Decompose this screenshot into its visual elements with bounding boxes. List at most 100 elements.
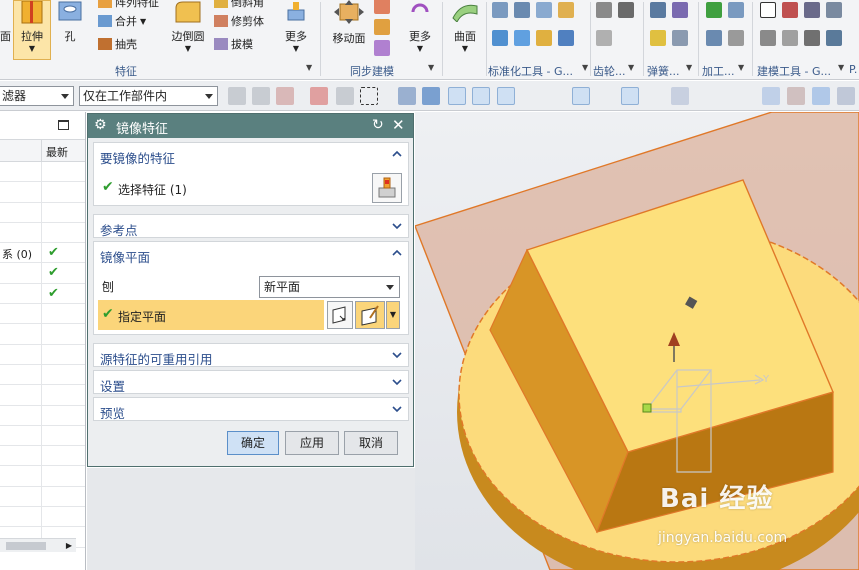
apply-button[interactable]: 应用 [285,431,339,455]
model-tool-3-icon[interactable] [804,2,820,18]
specify-plane-row[interactable]: ✔ 指定平面 ▼ [94,300,410,330]
std-tool-1-icon[interactable] [492,2,508,18]
navigator-row[interactable] [0,425,85,447]
navigator-row[interactable] [0,344,85,365]
snap-endpoint-icon[interactable] [472,87,490,105]
snap-control-icon[interactable] [522,87,540,105]
navigator-row[interactable] [0,222,85,244]
sync-group-dropdown-icon[interactable]: ▼ [428,63,434,72]
std-tool-6-icon[interactable] [514,30,530,46]
machining-tool-1-icon[interactable] [706,2,722,18]
navigator-row[interactable] [0,507,85,528]
plane-options-dropdown[interactable]: ▼ [386,301,400,329]
navigator-row[interactable]: ✔ [0,283,85,305]
unite-button[interactable]: 合并 ▼ [98,13,146,29]
chevron-up-icon[interactable] [392,149,402,159]
plane-dialog-button[interactable] [355,301,385,329]
spring-dropdown-icon[interactable]: ▼ [686,63,692,72]
view-fit-icon[interactable] [762,87,780,105]
navigator-row[interactable]: 系 (0) ✔ [0,243,85,264]
plane-tool-button[interactable] [327,301,353,329]
surface-button[interactable]: 曲面 ▼ [448,0,482,53]
cancel-button[interactable]: 取消 [344,431,398,455]
modeling-tools-dropdown-icon[interactable]: ▼ [838,63,844,72]
select-body-icon[interactable] [252,87,270,105]
chevron-down-icon[interactable] [392,350,402,360]
snap-center-icon[interactable] [572,87,590,105]
extrude-dropdown-icon[interactable]: ▼ [14,44,50,53]
draft-button[interactable]: 拔模 [214,36,253,52]
select-feature-button[interactable] [372,173,402,203]
model-tool-8-icon[interactable] [826,30,842,46]
std-tool-4-icon[interactable] [558,2,574,18]
std-tool-2-icon[interactable] [514,2,530,18]
navigator-row[interactable] [0,182,85,203]
plane-type-dropdown[interactable]: 新平面 [259,276,400,298]
shell-button[interactable]: 抽壳 [98,36,137,52]
section-header-preview[interactable]: 预览 [94,398,408,422]
more-dropdown-icon[interactable]: ▼ [280,44,312,53]
scrollbar-thumb[interactable] [6,542,46,550]
maximize-icon[interactable] [58,120,69,130]
navigator-row[interactable] [0,385,85,406]
navigator-row[interactable] [0,304,85,325]
rect-select-icon[interactable] [360,87,378,105]
hole-button[interactable]: 孔 [55,0,85,44]
view-render-icon[interactable] [837,87,855,105]
column-latest[interactable]: 最新 [46,144,68,160]
chevron-up-icon[interactable] [392,248,402,258]
select-feature-row[interactable]: ✔ 选择特征 (1) [94,175,410,201]
std-tool-5-icon[interactable] [492,30,508,46]
scope-dropdown[interactable]: 仅在工作部件内 [79,86,218,106]
snap-point-icon[interactable] [448,87,466,105]
more-button-1[interactable]: 更多 ▼ [280,0,312,53]
feature-group-dropdown-icon[interactable]: ▼ [306,63,312,72]
snap-on-curve-icon[interactable] [647,87,665,105]
pattern-feature-button[interactable]: 阵列特征 [98,0,159,10]
machining-tool-3-icon[interactable] [706,30,722,46]
origin-handle[interactable] [642,403,652,413]
curve-rule-icon[interactable] [336,87,354,105]
sync-delete-icon[interactable] [374,0,390,14]
navigator-row[interactable] [0,202,85,223]
section-header-features[interactable]: 要镜像的特征 [94,143,408,167]
navigator-row[interactable] [0,324,85,345]
select-faces-icon[interactable] [398,87,416,105]
navigator-row[interactable]: ✔ [0,263,85,284]
select-feature-icon[interactable] [228,87,246,105]
spring-tool-2-icon[interactable] [672,2,688,18]
snap-grid-icon[interactable] [722,87,740,105]
machining-dropdown-icon[interactable]: ▼ [738,63,744,72]
graphics-viewport[interactable]: Y [415,112,859,570]
trim-body-button[interactable]: 修剪体 [214,13,264,29]
std-tool-7-icon[interactable] [536,30,552,46]
section-header-reusable[interactable]: 源特征的可重用引用 [94,344,408,368]
model-tool-4-icon[interactable] [826,2,842,18]
navigator-scrollbar[interactable]: ▶ [0,538,76,552]
section-header-reference[interactable]: 参考点 [94,215,408,239]
std-tools-dropdown-icon[interactable]: ▼ [582,63,588,72]
chevron-down-icon[interactable] [392,221,402,231]
face-button[interactable]: 面 [0,28,11,44]
gear-dropdown-icon[interactable]: ▼ [628,63,634,72]
gear-icon[interactable]: ⚙ [94,117,107,133]
snap-midpoint-icon[interactable] [497,87,515,105]
extrude-button[interactable]: 拉伸 ▼ [13,0,51,60]
model-view[interactable]: Y [415,112,859,570]
std-tool-8-icon[interactable] [558,30,574,46]
navigator-row[interactable] [0,486,85,508]
move-face-button[interactable]: 移动面 [328,0,370,46]
more2-dropdown-icon[interactable]: ▼ [404,44,436,53]
edge-blend-dropdown-icon[interactable]: ▼ [168,44,208,53]
view-orient-icon[interactable] [787,87,805,105]
chamfer-button[interactable]: 倒斜角 [214,0,264,10]
machining-tool-2-icon[interactable] [728,2,744,18]
model-tool-1-icon[interactable] [760,2,776,18]
snap-vertex-icon[interactable] [310,87,328,105]
chevron-down-icon[interactable] [392,377,402,387]
surface-dropdown-icon[interactable]: ▼ [448,44,482,53]
spring-tool-1-icon[interactable] [650,2,666,18]
snap-intersection-icon[interactable] [548,87,566,105]
snap-quadrant-icon[interactable] [621,87,639,105]
model-tool-7-icon[interactable] [804,30,820,46]
